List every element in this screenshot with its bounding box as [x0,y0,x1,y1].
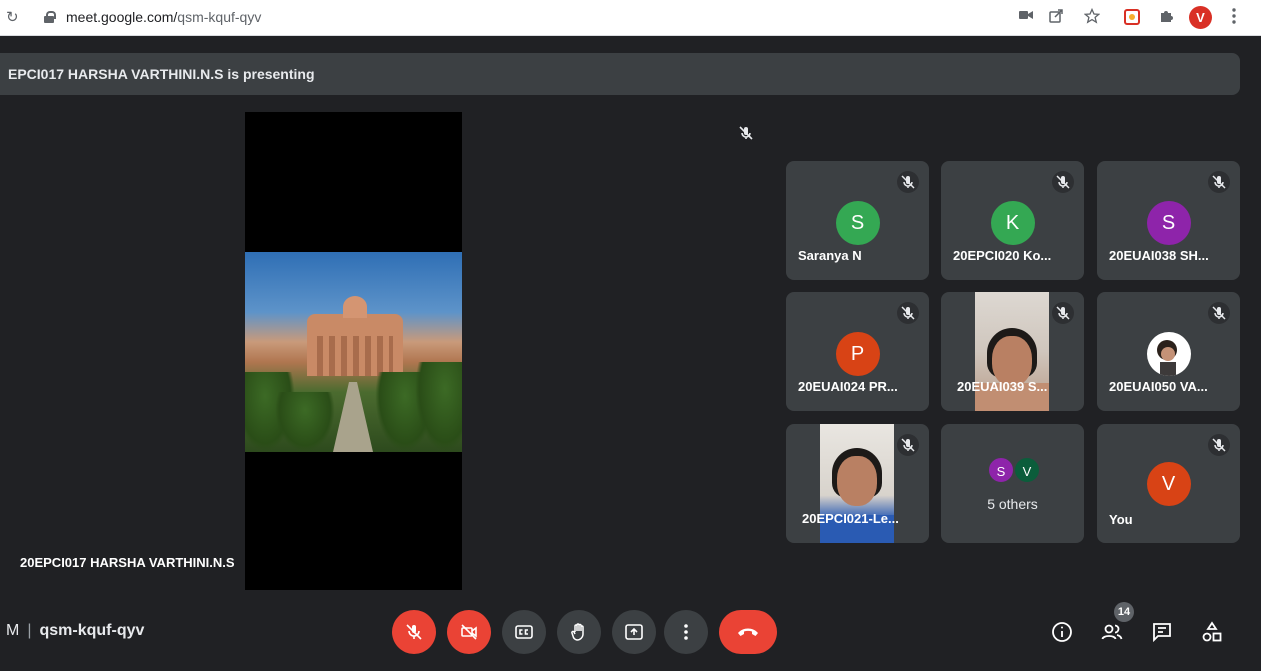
chat-icon [1153,623,1171,643]
hand-icon [571,623,584,641]
avatar: K [990,201,1035,245]
others-avatars: S V [987,456,1047,486]
participant-name: 20EUAI050 VA... [1109,379,1208,394]
participant-name: You [1109,512,1133,527]
participant-name: 20EPCI021-Le... [802,511,899,526]
participant-tile[interactable]: 20EUAI050 VA... [1097,292,1240,411]
self-tile[interactable]: V You [1097,424,1240,543]
participant-tile[interactable]: S 20EUAI038 SH... [1097,161,1240,280]
temple-shape [307,296,403,376]
people-icon [1101,624,1123,640]
meeting-details: M | qsm-kquf-qyv [6,622,144,640]
participant-name: Saranya N [798,248,862,263]
extensions-puzzle-icon[interactable] [1156,8,1176,28]
activities-button[interactable] [1200,620,1224,644]
avatar: P [835,332,880,376]
profile-avatar[interactable]: V [1189,6,1212,29]
mic-off-icon [897,302,919,324]
participant-name: 20EUAI039 S... [957,379,1048,394]
meeting-code: qsm-kquf-qyv [39,622,145,639]
camera-off-icon [461,624,477,640]
presentation-screen[interactable] [245,112,462,590]
separator: | [27,622,32,639]
captions-button[interactable] [502,610,546,654]
presenter-name-label: 20EPCI017 HARSHA VARTHINI.N.S [20,555,235,570]
presented-image [245,252,462,452]
present-now-button[interactable] [612,610,656,654]
mic-off-icon [1052,171,1074,193]
avatar: S [835,201,880,245]
closed-captions-icon [515,625,533,639]
activities-icon [1202,621,1222,642]
mic-off-icon [406,624,422,640]
others-count-label: 5 others [987,496,1038,512]
walkway-shape [333,382,373,452]
raise-hand-button[interactable] [557,610,601,654]
reload-icon[interactable]: ↻ [6,8,19,26]
participant-tile[interactable]: K 20EPCI020 Ko... [941,161,1084,280]
mic-off-icon [1052,302,1074,324]
presenting-banner: EPCI017 HARSHA VARTHINI.N.S is presentin… [0,53,1240,95]
mic-off-icon [738,125,754,146]
participant-tile[interactable]: S Saranya N [786,161,929,280]
people-button[interactable] [1100,620,1124,644]
tree-shape [415,362,462,452]
mic-off-icon [897,171,919,193]
browser-menu-icon[interactable] [1224,8,1244,28]
extension-icon[interactable] [1124,9,1140,25]
url-host: meet.google.com/ [66,9,178,25]
participant-name: 20EUAI024 PR... [798,379,898,394]
mic-off-icon [1208,302,1230,324]
photo-avatar [1146,332,1191,376]
camera-off-button[interactable] [447,610,491,654]
mini-avatar: S [987,456,1015,484]
info-icon [1052,622,1072,642]
chat-button[interactable] [1150,620,1174,644]
meeting-time: M [6,622,20,639]
avatar: V [1146,462,1191,506]
more-options-button[interactable] [664,610,708,654]
share-icon[interactable] [1046,8,1066,28]
people-count-badge: 14 [1114,602,1134,622]
lock-icon[interactable] [44,11,56,23]
participant-name: 20EUAI038 SH... [1109,248,1209,263]
mic-off-icon [897,434,919,456]
mic-off-icon [1208,171,1230,193]
more-vert-icon [684,624,688,640]
browser-toolbar: ↻ meet.google.com/qsm-kquf-qyv V [0,0,1261,36]
avatar: S [1146,201,1191,245]
participant-tile[interactable]: 20EPCI021-Le... [786,424,929,543]
mic-off-icon [1208,434,1230,456]
participant-tile[interactable]: P 20EUAI024 PR... [786,292,929,411]
leave-call-button[interactable] [719,610,777,654]
mini-avatar: V [1013,456,1041,484]
meeting-info-button[interactable] [1050,620,1074,644]
others-tile[interactable]: S V 5 others [941,424,1084,543]
url-path: qsm-kquf-qyv [177,9,262,25]
microphone-off-button[interactable] [392,610,436,654]
bookmark-star-icon[interactable] [1082,7,1102,28]
participant-tile[interactable]: 20EUAI039 S... [941,292,1084,411]
face-shape [837,456,877,506]
address-bar[interactable]: meet.google.com/qsm-kquf-qyv [66,9,261,25]
call-end-icon [738,628,758,636]
tree-shape [275,392,335,452]
present-icon [625,624,643,640]
camera-icon[interactable] [1016,8,1036,26]
participant-name: 20EPCI020 Ko... [953,248,1052,263]
